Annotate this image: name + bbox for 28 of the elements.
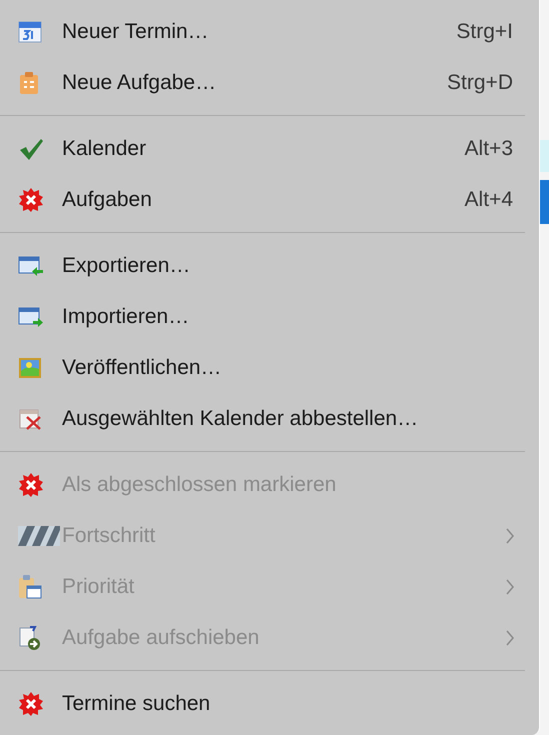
document-arrow-icon (18, 624, 42, 650)
shortcut-label: Alt+3 (464, 136, 513, 160)
clipboard-icon (18, 70, 40, 94)
menu-item[interactable]: Ausgewählten Kalender abbestellen… (0, 393, 539, 444)
window-arrow-icon (18, 306, 44, 328)
error-icon (18, 186, 44, 212)
row-highlight (540, 140, 549, 172)
striped-bar-icon (18, 526, 60, 546)
menu-item[interactable]: Neue Aufgabe… Strg+D (0, 57, 539, 108)
menu-item[interactable]: Exportieren… (0, 240, 539, 291)
shortcut-label: Strg+I (456, 20, 513, 44)
shortcut-label: Strg+D (447, 70, 513, 94)
calendar-icon (18, 20, 42, 44)
menu-item[interactable]: Kalender Alt+3 (0, 123, 539, 174)
window-arrow-icon (18, 254, 44, 276)
menu-item[interactable]: Veröffentlichen… (0, 342, 539, 393)
shortcut-label: Alt+4 (464, 188, 513, 212)
calendar-cross-icon (18, 406, 42, 430)
menu-item[interactable]: Termine suchen (0, 678, 539, 729)
clipboard-window-icon (18, 574, 42, 600)
error-icon (18, 690, 44, 716)
menu-item[interactable]: Neuer Termin… Strg+I (0, 6, 539, 57)
error-icon (18, 472, 44, 498)
selection-highlight (540, 180, 549, 224)
picture-icon (18, 356, 42, 378)
checkmark-icon (18, 136, 44, 160)
menu-item[interactable]: Importieren… (0, 291, 539, 342)
menu-item[interactable]: Aufgaben Alt+4 (0, 174, 539, 225)
